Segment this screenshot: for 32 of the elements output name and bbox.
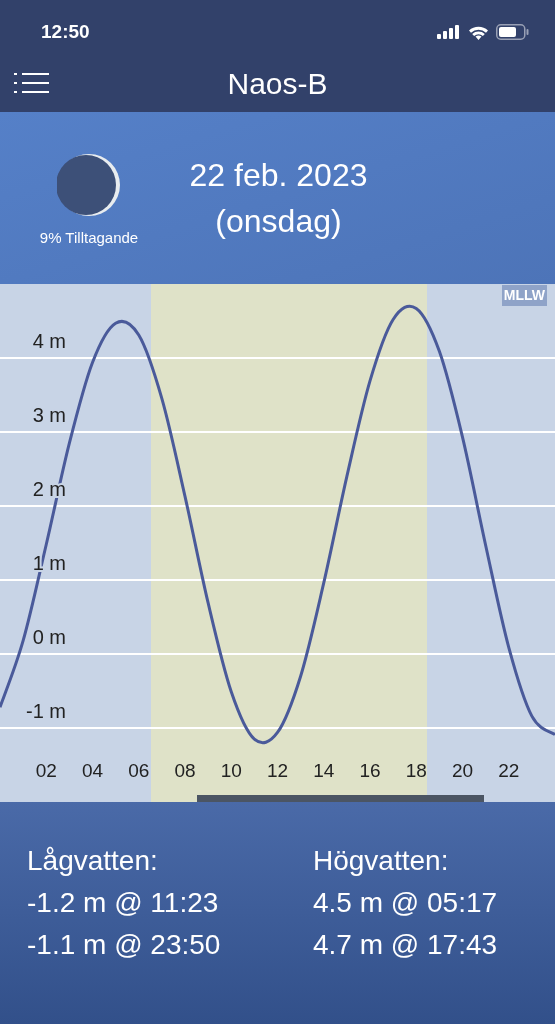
tide-entry: 4.7 m @ 17:43 [313, 928, 499, 962]
datum-label: MLLW [501, 285, 547, 306]
weekday-label: (onsdag) [215, 202, 342, 241]
x-axis-label: 04 [81, 760, 104, 781]
status-time: 12:50 [41, 19, 90, 44]
x-axis-label: 12 [266, 760, 289, 781]
x-axis-label: 08 [174, 760, 196, 781]
date-label: 22 feb. 2023 [189, 156, 368, 195]
x-axis-label: 20 [451, 760, 474, 781]
tide-heading: Högvatten: [313, 844, 450, 878]
x-axis-label: 18 [405, 760, 427, 781]
y-axis-label: -1 m [26, 700, 66, 722]
y-axis-label: 0 m [32, 626, 66, 648]
battery-icon [496, 24, 529, 40]
moon-icon [57, 152, 121, 217]
x-axis-label: 02 [35, 760, 57, 781]
moon-phase-label: 9% Tilltagande [39, 227, 139, 248]
x-axis-label: 16 [359, 760, 381, 781]
tide-heading: Lågvatten: [27, 844, 159, 878]
menu-icon[interactable] [14, 73, 49, 95]
wifi-icon [468, 24, 489, 40]
tide-entry: -1.1 m @ 23:50 [27, 928, 222, 962]
x-axis-label: 10 [220, 760, 242, 781]
y-axis-label: 3 m [32, 404, 66, 426]
tide-entry: -1.2 m @ 11:23 [27, 886, 220, 920]
x-axis-label: 06 [128, 760, 150, 781]
signal-icon [437, 25, 461, 39]
y-axis-label: 4 m [32, 330, 66, 352]
screen-title: Naos-B [227, 65, 328, 102]
x-axis-label: 22 [498, 760, 520, 781]
tide-entry: 4.5 m @ 05:17 [313, 886, 499, 920]
x-axis-label: 14 [313, 760, 335, 781]
